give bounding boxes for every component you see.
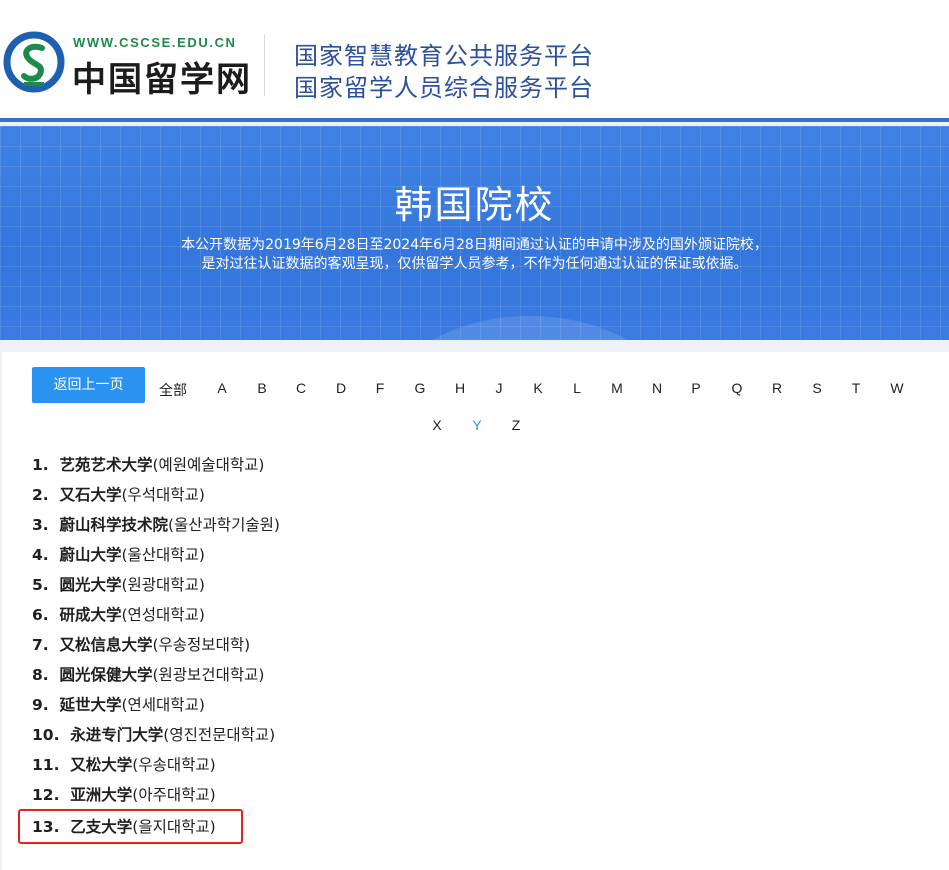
filter-letter-r[interactable]: R [772, 380, 782, 396]
school-name-cn: 又松信息大学 [59, 636, 153, 654]
school-list-item[interactable]: 7. 又松信息大学(우송정보대학) [32, 633, 250, 655]
school-list-item[interactable]: 8. 圆光保健大学(원광보건대학교) [32, 663, 264, 685]
site-header: WWW.CSCSE.EDU.CN 中国留学网 国家智慧教育公共服务平台 国家留学… [0, 0, 949, 122]
school-name-cn: 蔚山科学技术院 [59, 516, 168, 534]
page-title: 韩国院校 [394, 183, 555, 227]
school-name-kr: (원광보건대학교) [152, 666, 265, 684]
content-panel: 返回上一页 全部 A B C D F G H J K L M N P Q R S T W X Y Z 1. 艺苑艺术大学… [2, 352, 949, 870]
page-banner: 韩国院校 本公开数据为2019年6月28日至2024年6月28日期间通过认证的申… [0, 126, 949, 340]
school-number: 12. [32, 786, 71, 804]
school-name-kr: (연성대학교) [121, 606, 205, 624]
school-number: 6. [32, 606, 60, 624]
school-number: 4. [32, 546, 60, 564]
back-button[interactable]: 返回上一页 [32, 367, 145, 403]
school-number: 2. [32, 486, 60, 504]
school-list-item[interactable]: 9. 延世大学(연세대학교) [32, 693, 205, 715]
filter-letter-f[interactable]: F [376, 380, 385, 396]
school-number: 11. [32, 756, 71, 774]
filter-letter-z[interactable]: Z [512, 417, 521, 433]
banner-desc-line-1: 本公开数据为2019年6月28日至2024年6月28日期间通过认证的申请中涉及的… [181, 237, 768, 253]
school-name-kr: (영진전문대학교) [163, 726, 276, 744]
school-number: 8. [32, 666, 60, 684]
school-list-item[interactable]: 12. 亚洲大学(아주대학교) [32, 783, 216, 805]
school-name-cn: 亚洲大学 [70, 786, 133, 804]
school-list-item[interactable]: 5. 圆光大学(원광대학교) [32, 573, 205, 595]
filter-letter-d[interactable]: D [336, 380, 346, 396]
filter-letter-q[interactable]: Q [732, 380, 743, 396]
school-name-cn: 蔚山大学 [59, 546, 122, 564]
school-name-cn: 圆光保健大学 [59, 666, 153, 684]
school-name-cn: 研成大学 [59, 606, 122, 624]
filter-letter-s[interactable]: S [812, 380, 821, 396]
school-name-cn: 永进专门大学 [70, 726, 164, 744]
school-list-item[interactable]: 6. 研成大学(연성대학교) [32, 603, 205, 625]
school-list-item[interactable]: 11. 又松大学(우송대학교) [32, 753, 216, 775]
filter-letter-a[interactable]: A [217, 380, 226, 396]
school-number: 9. [32, 696, 60, 714]
filter-letter-k[interactable]: K [533, 380, 542, 396]
platform-title-2[interactable]: 国家留学人员综合服务平台 [294, 68, 594, 103]
school-number: 10. [32, 726, 71, 744]
school-name-kr: (우송대학교) [132, 756, 216, 774]
school-list-item[interactable]: 1. 艺苑艺术大学(예원예술대학교) [32, 453, 264, 475]
school-list-item[interactable]: 4. 蔚山大学(울산대학교) [32, 543, 205, 565]
logo-url-text: WWW.CSCSE.EDU.CN [73, 35, 237, 50]
banner-grid-pattern [0, 126, 949, 340]
highlight-box [18, 809, 243, 844]
filter-letter-c[interactable]: C [296, 380, 306, 396]
school-name-kr: (울산과학기술원) [167, 516, 280, 534]
header-divider [264, 34, 265, 96]
school-number: 7. [32, 636, 60, 654]
school-name-cn: 又松大学 [70, 756, 133, 774]
filter-letter-t[interactable]: T [852, 380, 861, 396]
school-name-cn: 圆光大学 [59, 576, 122, 594]
school-name-cn: 艺苑艺术大学 [59, 456, 153, 474]
platform-title-1[interactable]: 国家智慧教育公共服务平台 [294, 36, 594, 71]
filter-letter-g[interactable]: G [415, 380, 426, 396]
school-name-kr: (예원예술대학교) [152, 456, 265, 474]
banner-desc-line-2: 是对过往认证数据的客观呈现，仅供留学人员参考，不作为任何通过认证的保证或依据。 [201, 256, 748, 272]
school-name-kr: (우송정보대학) [152, 636, 251, 654]
school-number: 3. [32, 516, 60, 534]
school-name-kr: (원광대학교) [121, 576, 205, 594]
filter-letter-j[interactable]: J [496, 380, 503, 396]
school-name-kr: (아주대학교) [132, 786, 216, 804]
filter-all[interactable]: 全部 [159, 380, 187, 400]
school-name-cn: 又石大学 [59, 486, 122, 504]
school-name-kr: (우석대학교) [121, 486, 205, 504]
filter-letter-b[interactable]: B [257, 380, 266, 396]
filter-letter-h[interactable]: H [455, 380, 465, 396]
school-list-item[interactable]: 2. 又石大学(우석대학교) [32, 483, 205, 505]
banner-description: 本公开数据为2019年6月28日至2024年6月28日期间通过认证的申请中涉及的… [0, 236, 949, 274]
filter-letter-n[interactable]: N [652, 380, 662, 396]
filter-letter-p[interactable]: P [691, 380, 700, 396]
school-list-item[interactable]: 3. 蔚山科学技术院(울산과학기술원) [32, 513, 280, 535]
filter-letter-y[interactable]: Y [472, 417, 481, 433]
filter-letter-m[interactable]: M [611, 380, 623, 396]
school-number: 5. [32, 576, 60, 594]
cscse-logo-icon[interactable] [2, 30, 66, 94]
filter-letter-w[interactable]: W [890, 380, 903, 396]
filter-letter-l[interactable]: L [573, 380, 581, 396]
filter-letter-x[interactable]: X [432, 417, 441, 433]
school-number: 1. [32, 456, 60, 474]
school-list-item[interactable]: 10. 永进专门大学(영진전문대학교) [32, 723, 275, 745]
logo-site-name[interactable]: 中国留学网 [72, 52, 252, 101]
school-name-kr: (연세대학교) [121, 696, 205, 714]
school-name-cn: 延世大学 [59, 696, 122, 714]
school-name-kr: (울산대학교) [121, 546, 205, 564]
